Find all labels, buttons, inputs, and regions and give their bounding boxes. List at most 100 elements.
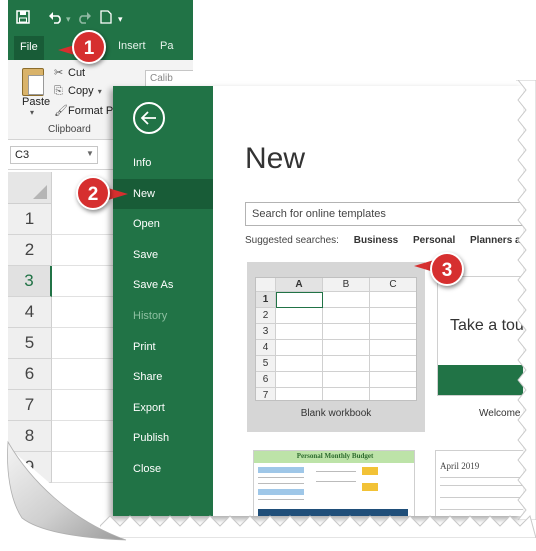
thumbnail-cell (276, 356, 323, 372)
thumbnail-cell (370, 308, 416, 324)
thumbnail-row-header: 6 (256, 372, 276, 388)
undo-dropdown-icon[interactable]: ▾ (66, 12, 71, 26)
suggested-label: Suggested searches: (245, 235, 339, 246)
paste-button[interactable]: Paste (22, 96, 50, 108)
budget-line (258, 483, 304, 484)
thumbnail-cell (323, 324, 370, 340)
thumbnail-cell (370, 372, 416, 388)
suggested-business[interactable]: Business (354, 235, 398, 246)
new-pane: New Suggested searches: Business Persona… (213, 86, 523, 516)
new-document-icon[interactable] (100, 10, 112, 26)
thumbnail-cell (323, 356, 370, 372)
nav-item-info[interactable]: Info (113, 148, 213, 178)
page-title: New (245, 142, 306, 175)
thumbnail-cell (276, 324, 323, 340)
page-curl (0, 440, 128, 551)
row-header[interactable]: 7 (8, 390, 52, 421)
nav-item-export[interactable]: Export (113, 393, 213, 423)
suggested-searches: Suggested searches: Business Personal Pl… (245, 235, 523, 246)
format-painter-button[interactable]: 🖌Format Pa (54, 104, 119, 117)
budget-highlight (362, 467, 378, 475)
tab-insert[interactable]: Insert (118, 40, 146, 52)
torn-edge-right (516, 80, 536, 520)
thumbnail-cell (323, 308, 370, 324)
row-header[interactable]: 2 (8, 235, 52, 266)
budget-line (316, 481, 356, 482)
callout-2-pointer (108, 188, 128, 200)
paste-dropdown-icon[interactable]: ▾ (30, 108, 34, 117)
thumbnail-column-header: A (276, 278, 323, 292)
thumbnail-cell (323, 372, 370, 388)
calendar-line (440, 485, 523, 486)
thumbnail-corner (256, 278, 276, 292)
thumbnail-cell (370, 340, 416, 356)
template-label: Welcome (479, 408, 521, 419)
paintbrush-icon: 🖌 (54, 105, 68, 117)
nav-item-save-as[interactable]: Save As (113, 270, 213, 300)
undo-icon[interactable] (48, 10, 64, 26)
thumbnail-cell (323, 292, 370, 308)
row-header[interactable]: 3 (8, 266, 52, 297)
thumbnail-cell (276, 388, 323, 400)
row-header[interactable]: 1 (8, 204, 52, 235)
thumbnail-cell (276, 372, 323, 388)
row-header[interactable]: 4 (8, 297, 52, 328)
calendar-line (440, 497, 523, 498)
back-button[interactable] (133, 102, 165, 134)
nav-item-history: History (133, 310, 168, 322)
thumbnail-row-header: 1 (256, 292, 276, 308)
nav-item-save[interactable]: Save (113, 240, 213, 270)
thumbnail-cell (276, 292, 323, 308)
welcome-tour-thumbnail: Take a tou (437, 276, 523, 396)
thumbnail-cell (370, 356, 416, 372)
budget-title: Personal Monthly Budget (296, 452, 374, 460)
nav-item-new[interactable]: New (113, 178, 213, 209)
thumbnail-row-header: 4 (256, 340, 276, 356)
copy-dropdown-icon[interactable]: ▾ (98, 87, 102, 96)
thumbnail-row-header: 3 (256, 324, 276, 340)
template-personal-budget[interactable]: Personal Monthly Budget (253, 450, 415, 516)
cut-button[interactable]: ✂ Cut (54, 66, 85, 79)
budget-line (316, 471, 356, 472)
chevron-down-icon[interactable]: ▼ (86, 149, 94, 158)
suggested-personal[interactable]: Personal (413, 235, 455, 246)
thumbnail-row-header: 5 (256, 356, 276, 372)
copy-button[interactable]: ⎘ Copy ▾ (54, 85, 102, 98)
template-search-box[interactable] (245, 202, 523, 226)
redo-icon[interactable] (76, 10, 92, 26)
nav-item-share[interactable]: Share (113, 362, 213, 392)
clipboard-group-label: Clipboard (48, 124, 91, 135)
customize-toolbar-icon[interactable]: ▾ (118, 12, 123, 26)
template-blank-workbook[interactable]: ABC 1234567 Blank workbook (247, 262, 425, 432)
search-input[interactable] (246, 203, 523, 225)
quick-access-toolbar: ▾ ▾ (8, 0, 193, 34)
thumbnail-cell (323, 340, 370, 356)
tab-page-layout[interactable]: Pa (160, 40, 173, 52)
budget-line (258, 499, 304, 500)
callout-3: 3 (430, 252, 464, 286)
nav-item-print[interactable]: Print (113, 332, 213, 362)
paste-icon[interactable] (22, 68, 44, 96)
thumbnail-row-header: 7 (256, 388, 276, 400)
backstage-view: Info New Open Save Save As History Print Share E… (113, 86, 523, 516)
select-all-corner[interactable] (8, 172, 52, 204)
nav-item-open[interactable]: Open (113, 209, 213, 239)
budget-line (258, 477, 304, 478)
name-box[interactable]: C3 (10, 146, 98, 164)
thumbnail-column-header: B (323, 278, 370, 292)
row-header[interactable]: 6 (8, 359, 52, 390)
budget-highlight (362, 483, 378, 491)
tour-text: Take a tou (450, 317, 523, 334)
save-icon[interactable] (16, 10, 30, 26)
thumbnail-cell (276, 308, 323, 324)
callout-2: 2 (76, 176, 110, 210)
calendar-line (440, 477, 523, 478)
row-header[interactable]: 5 (8, 328, 52, 359)
thumbnail-cell (323, 388, 370, 400)
copy-icon: ⎘ (54, 85, 63, 97)
budget-block (258, 467, 304, 473)
tab-file[interactable]: File (14, 36, 44, 60)
scissors-icon: ✂ (54, 67, 64, 79)
template-calendar[interactable]: April 2019 (435, 450, 523, 516)
template-welcome-tour[interactable]: Take a tou Welcome (437, 262, 523, 432)
